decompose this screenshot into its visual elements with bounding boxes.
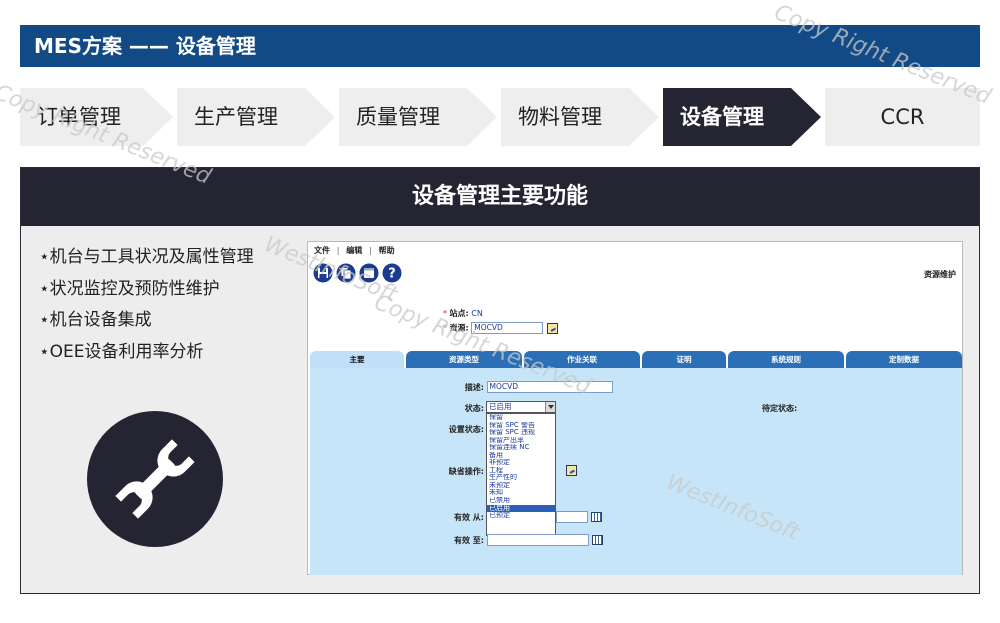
browse-icon[interactable]	[547, 322, 559, 334]
default-operation-label: 缺省操作:	[448, 467, 484, 476]
status-select[interactable]: 已启用	[486, 401, 556, 413]
menu-separator: |	[369, 246, 372, 255]
valid-from-row: 有效 从:	[430, 512, 484, 523]
resource-row: * 资源: MOCVD	[443, 322, 559, 334]
help-icon: ?	[382, 263, 402, 283]
tab-material-management[interactable]: 物料管理	[501, 88, 659, 146]
title-bar: MES方案 —— 设备管理	[20, 25, 980, 67]
setup-status-label: 设置状态:	[448, 425, 484, 434]
page-name-label: 资源维护	[924, 270, 956, 279]
new-button[interactable]	[359, 263, 379, 283]
feature-item: ⋆OEE设备利用率分析	[39, 341, 204, 362]
list-item[interactable]: 保留 SPC 违规	[487, 429, 555, 437]
feature-item: ⋆状况监控及预防性维护	[39, 278, 220, 299]
list-item[interactable]: 保留 SPC 警告	[487, 422, 555, 430]
app-tabstrip: 主要 资源类型 作业关联 证明 系统规则 定制数据	[310, 351, 962, 368]
list-item[interactable]: 备用	[487, 452, 555, 460]
calendar-icon[interactable]	[591, 512, 602, 522]
chevron-down-icon[interactable]	[545, 402, 555, 412]
valid-to-row: 有效 至:	[430, 534, 603, 546]
menu-separator: |	[336, 246, 340, 255]
description-row: 描述: MOCVD	[430, 381, 613, 393]
feature-list: ⋆机台与工具状况及属性管理 ⋆状况监控及预防性维护 ⋆机台设备集成 ⋆OEE设备…	[39, 242, 254, 368]
setup-status-row: 设置状态:	[430, 424, 484, 435]
list-item[interactable]: 生产性的	[487, 474, 555, 482]
calendar-icon[interactable]	[591, 535, 603, 545]
app-menubar: 文件 | 编辑 | 帮助	[312, 245, 397, 256]
status-select-value: 已启用	[489, 402, 512, 411]
list-item[interactable]: 工程	[487, 467, 555, 475]
tab-custom-data[interactable]: 定制数据	[846, 351, 962, 368]
copy-button[interactable]	[336, 263, 356, 283]
menu-help[interactable]: 帮助	[377, 246, 397, 255]
list-item[interactable]: 非预定	[487, 459, 555, 467]
panel-title: 设备管理主要功能	[21, 168, 979, 226]
main-panel: 设备管理主要功能 ⋆机台与工具状况及属性管理 ⋆状况监控及预防性维护 ⋆机台设备…	[20, 167, 980, 594]
pending-status-label: 待定状态:	[762, 404, 798, 413]
tab-system-rules[interactable]: 系统规则	[728, 351, 844, 368]
status-row: 状态:	[430, 403, 484, 414]
tab-order-management[interactable]: 订单管理	[20, 88, 173, 146]
feature-item: ⋆机台设备集成	[39, 310, 152, 330]
list-item[interactable]: 保留连续 NC	[487, 444, 555, 452]
tab-production-management[interactable]: 生产管理	[177, 88, 335, 146]
valid-from-input[interactable]	[556, 511, 588, 523]
description-input[interactable]: MOCVD	[486, 381, 613, 393]
tab-certification[interactable]: 证明	[642, 351, 726, 368]
description-label: 描述:	[464, 382, 484, 392]
required-mark: *	[443, 323, 447, 333]
feature-item: ⋆机台与工具状况及属性管理	[39, 247, 254, 267]
help-button[interactable]: ?	[382, 263, 402, 283]
site-value: CN	[471, 309, 483, 318]
valid-from-label: 有效 从:	[454, 513, 484, 522]
tab-equipment-management[interactable]: 设备管理	[663, 88, 821, 146]
save-icon	[313, 263, 333, 283]
tab-main[interactable]: 主要	[310, 351, 404, 368]
menu-edit[interactable]: 编辑	[344, 246, 364, 255]
valid-from-field	[556, 511, 602, 523]
resource-input[interactable]: MOCVD	[471, 322, 544, 334]
status-options-list[interactable]: 保留 保留 SPC 警告 保留 SPC 违规 保留产出率 保留连续 NC 备用 …	[486, 413, 556, 536]
tab-quality-management[interactable]: 质量管理	[339, 88, 497, 146]
list-item[interactable]: 保留产出率	[487, 437, 555, 445]
site-label: 站点:	[449, 309, 469, 318]
tab-operation-link[interactable]: 作业关联	[524, 351, 640, 368]
valid-to-input[interactable]	[486, 534, 589, 546]
wrench-badge	[87, 411, 223, 547]
new-icon	[359, 263, 379, 283]
list-item[interactable]: 未预定	[487, 482, 555, 490]
resource-maintenance-window: 文件 | 编辑 | 帮助 ? 资源维护 * 站点: CN * 资源: MOCVD…	[307, 241, 963, 575]
menu-file[interactable]: 文件	[312, 246, 332, 255]
required-mark: *	[443, 309, 447, 318]
list-item[interactable]: 未知	[487, 489, 555, 497]
pending-status-row: 待定状态:	[762, 403, 797, 414]
default-operation-row: 缺省操作:	[430, 466, 484, 477]
module-tabs: 订单管理 生产管理 质量管理 物料管理 设备管理 CCR	[20, 88, 980, 146]
browse-icon[interactable]	[566, 465, 577, 476]
valid-to-label: 有效 至:	[454, 535, 484, 545]
main-tab-content: 描述: MOCVD 状态: 已启用 保留 保留 SPC 警告 保留 SPC 违规…	[310, 368, 962, 575]
wrench-icon	[115, 439, 195, 519]
save-button[interactable]	[313, 263, 333, 283]
tab-ccr[interactable]: CCR	[825, 88, 980, 146]
list-item[interactable]: 已预定	[487, 512, 555, 520]
site-row: * 站点: CN	[443, 308, 483, 319]
list-item[interactable]: 保留	[487, 414, 555, 422]
svg-text:?: ?	[388, 267, 396, 282]
list-item-selected[interactable]: 已启用	[487, 504, 555, 513]
list-item[interactable]: 已禁用	[487, 497, 555, 505]
copy-icon	[336, 263, 356, 283]
page-title: MES方案 —— 设备管理	[34, 34, 256, 58]
status-label: 状态:	[464, 404, 484, 413]
tab-resource-type[interactable]: 资源类型	[406, 351, 522, 368]
resource-label: 资源:	[449, 323, 469, 333]
